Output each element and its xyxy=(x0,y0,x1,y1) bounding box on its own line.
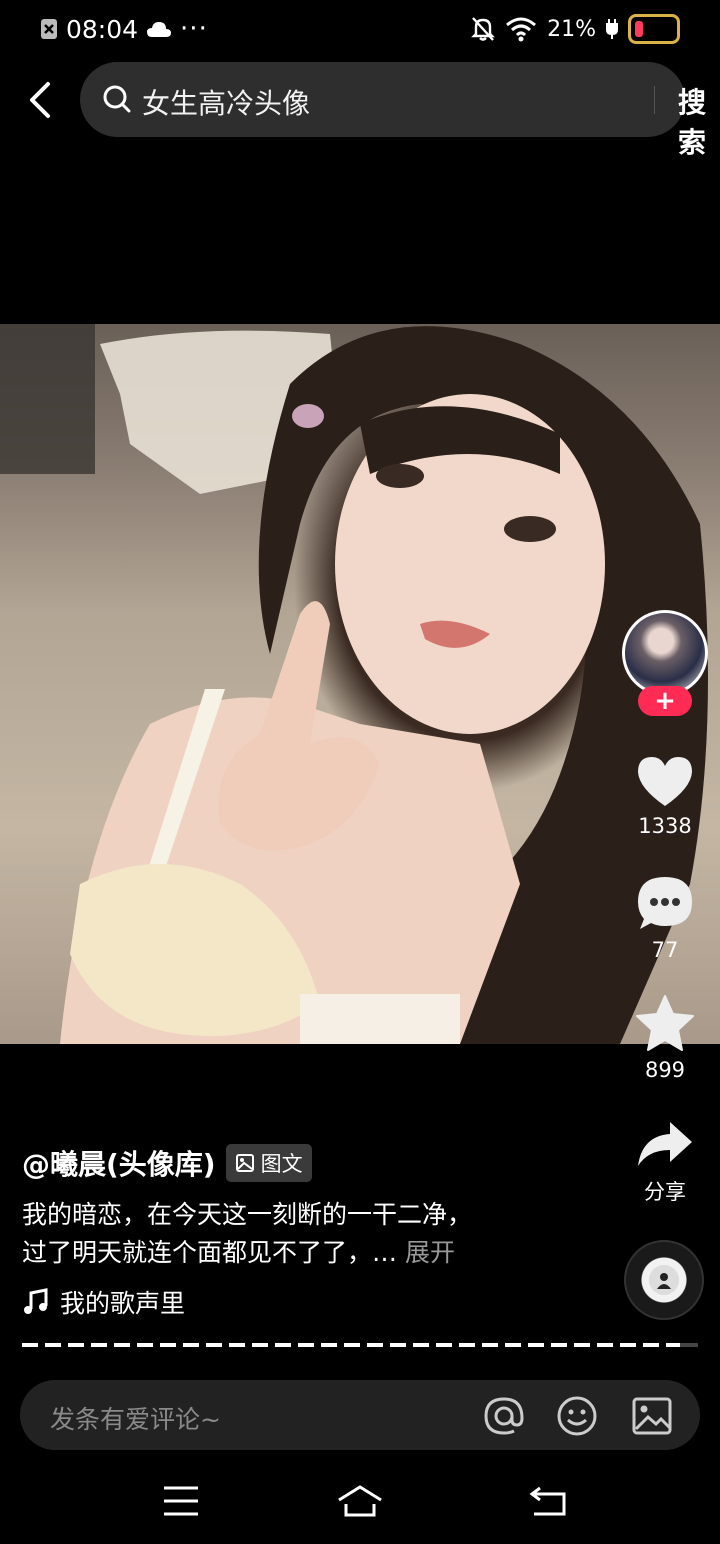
post-type-tag: 图文 xyxy=(225,1144,312,1182)
expand-link[interactable]: 展开 xyxy=(405,1238,455,1267)
description-line-2: 过了明天就连个面都见不了了，… xyxy=(22,1238,405,1267)
wifi-icon xyxy=(506,17,537,42)
favorite-count: 899 xyxy=(644,1058,686,1082)
music-note-icon xyxy=(24,1288,48,1314)
mute-bell-icon xyxy=(471,17,495,41)
battery-level xyxy=(635,21,643,37)
like-button[interactable]: 1338 xyxy=(610,754,720,838)
chevron-left-icon xyxy=(30,82,50,118)
cloud-icon xyxy=(147,22,172,37)
image-progress-indicator[interactable] xyxy=(22,1343,698,1347)
share-icon xyxy=(638,1122,692,1166)
charging-icon xyxy=(606,19,618,39)
search-button[interactable]: 搜索 xyxy=(678,81,706,161)
follow-button[interactable]: + xyxy=(638,686,692,716)
favorite-button[interactable]: 899 xyxy=(610,994,720,1082)
music-title: 我的歌声里 xyxy=(60,1289,186,1318)
share-button[interactable]: 分享 xyxy=(610,1118,720,1206)
search-input[interactable]: 女生高冷头像 xyxy=(142,82,310,122)
post-description[interactable]: 我的暗恋，在今天这一刻断的一干二净， 过了明天就连个面都见不了了，… 展开 xyxy=(22,1196,602,1272)
heart-icon xyxy=(638,757,692,806)
description-line-1: 我的暗恋，在今天这一刻断的一干二净， xyxy=(22,1200,473,1229)
cover-figure-icon xyxy=(657,1273,671,1289)
comment-icon xyxy=(638,877,692,929)
comment-button[interactable]: 77 xyxy=(610,874,720,962)
comment-bar: 发条有爱评论~ xyxy=(20,1380,700,1450)
return-icon[interactable] xyxy=(528,1484,568,1518)
search-bar[interactable]: 女生高冷头像 搜索 xyxy=(80,62,706,159)
comment-count: 77 xyxy=(651,938,679,962)
like-count: 1338 xyxy=(638,814,692,838)
emoji-icon[interactable] xyxy=(555,1394,599,1438)
image-tag-icon xyxy=(235,1154,254,1172)
progress-remaining xyxy=(680,1343,698,1347)
home-icon[interactable] xyxy=(336,1484,384,1518)
notification-icon xyxy=(41,19,57,39)
status-time: 08:04 xyxy=(66,14,139,44)
system-nav-bar xyxy=(0,1470,720,1544)
music-disc-cover xyxy=(649,1265,679,1295)
search-icon xyxy=(103,85,131,113)
at-icon[interactable] xyxy=(482,1394,526,1438)
search-divider xyxy=(654,86,655,114)
author-row: @曦晨(头像库) 图文 xyxy=(22,1143,312,1183)
share-label: 分享 xyxy=(644,1180,686,1204)
back-button[interactable] xyxy=(22,78,62,122)
more-dots-icon: ··· xyxy=(180,14,208,44)
author-name[interactable]: @曦晨(头像库) xyxy=(22,1143,216,1183)
status-bar: 08:04 ··· 21% xyxy=(0,0,720,58)
music-disc[interactable] xyxy=(624,1240,704,1320)
music-row[interactable]: 我的歌声里 xyxy=(22,1284,185,1320)
star-icon xyxy=(636,995,694,1051)
author-avatar[interactable] xyxy=(622,610,708,696)
battery-icon xyxy=(628,14,680,44)
battery-percent: 21% xyxy=(547,16,596,42)
image-icon[interactable] xyxy=(630,1394,674,1438)
post-type-label: 图文 xyxy=(260,1152,303,1176)
comment-input[interactable]: 发条有爱评论~ xyxy=(50,1400,221,1436)
menu-icon[interactable] xyxy=(162,1484,200,1518)
